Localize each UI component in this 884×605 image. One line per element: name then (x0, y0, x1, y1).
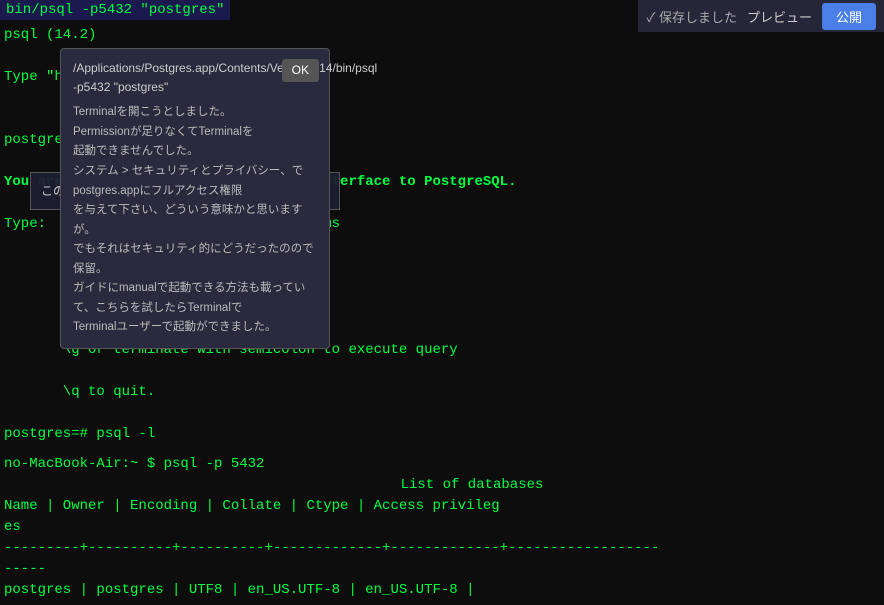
bottom-line-6: ----- (4, 559, 880, 580)
terminal-bottom: no-MacBook-Air:~ $ psql -p 5432 List of … (0, 450, 884, 605)
bottom-line-5: ---------+----------+----------+--------… (4, 538, 880, 559)
bottom-line-2: List of databases (64, 475, 880, 496)
terminal-line-10: \q to quit. (4, 382, 880, 403)
terminal-line-11: postgres=# psql -l (4, 424, 880, 445)
publish-button[interactable]: 公開 (822, 3, 876, 30)
saved-status: ✓ 保存しました (646, 7, 737, 26)
dialog-line-6: でもそれはセキュリティ的にどうだったのので保留。 (73, 240, 317, 279)
dialog-line-4: システム > セキュリティとプライバシー、でpostgres.appにフルアクセ… (73, 162, 317, 201)
bottom-line-4: es (4, 517, 880, 538)
bottom-line-1: no-MacBook-Air:~ $ psql -p 5432 (4, 454, 880, 475)
bottom-line-3: Name | Owner | Encoding | Collate | Ctyp… (4, 496, 880, 517)
dialog-line-3: 起動できませんでした。 (73, 142, 317, 162)
dialog-line-5: を与えて下さい、どういう意味かと思いますが。 (73, 201, 317, 240)
dialog-line-1: Terminalを開こうとしました。 (73, 103, 317, 123)
preview-button[interactable]: プレビュー (747, 7, 812, 26)
command-bar: bin/psql -p5432 "postgres" (0, 0, 230, 20)
top-overlay-bar: ✓ 保存しました プレビュー 公開 (638, 0, 884, 32)
dialog-line-2: Permissionが足りなくてTerminalを (73, 123, 317, 143)
dialog-line-7: ガイドにmanualで起動できる方法も載っていて、こちらを試したらTermina… (73, 279, 317, 318)
bottom-line-7: postgres | postgres | UTF8 | en_US.UTF-8… (4, 580, 880, 601)
dialog-line-8: Terminalユーザーで起動ができました。 (73, 318, 317, 338)
dialog-ok-button[interactable]: OK (282, 59, 319, 82)
command-bar-text: bin/psql -p5432 "postgres" (6, 2, 224, 18)
dialog-title: /Applications/Postgres.app/Contents/Vers… (73, 59, 317, 97)
dialog-box: /Applications/Postgres.app/Contents/Vers… (60, 48, 330, 349)
